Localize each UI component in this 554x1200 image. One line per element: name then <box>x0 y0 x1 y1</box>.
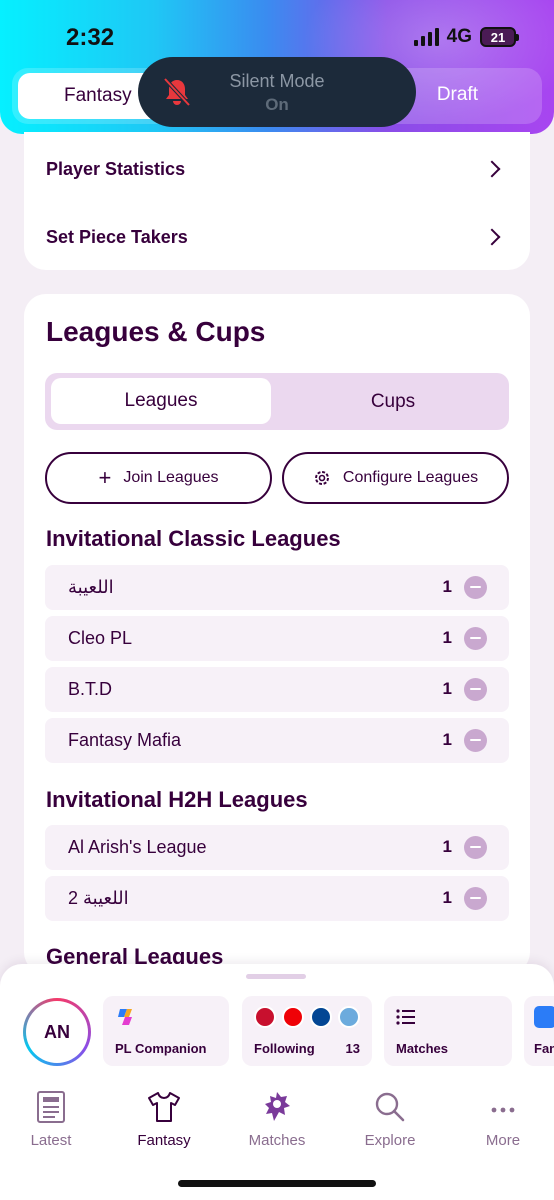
chevron-right-icon <box>483 228 501 246</box>
copilot-icon <box>118 1009 132 1025</box>
silent-mode-title: Silent Mode <box>229 71 325 91</box>
sheet-grabber[interactable] <box>246 974 306 979</box>
nav-explore[interactable]: Explore <box>335 1090 445 1149</box>
more-icon <box>491 1107 515 1113</box>
league-row[interactable]: B.T.D 1 <box>45 667 509 712</box>
nav-fantasy-label: Fantasy <box>137 1132 191 1149</box>
leagues-card: Leagues & Cups Leagues Cups + Join Leagu… <box>24 294 530 974</box>
league-rank: 1 <box>442 837 452 856</box>
league-name: Fantasy Mafia <box>68 730 182 750</box>
silent-mode-state: On <box>265 95 289 114</box>
following-label: Following <box>254 1041 315 1056</box>
status-indicators: 4G 21 <box>413 26 519 48</box>
league-row[interactable]: اللعيبة 1 <box>45 565 509 610</box>
league-row[interactable]: اللعيبة 2 1 <box>45 876 509 921</box>
nav-matches[interactable]: Matches <box>222 1090 332 1149</box>
pl-companion-tile[interactable]: PL Companion <box>103 996 229 1066</box>
remove-league-icon[interactable] <box>464 678 487 701</box>
chevron-right-icon <box>483 160 501 178</box>
nav-more[interactable]: More <box>448 1090 554 1149</box>
tab-fantasy-label: Fantasy <box>64 85 132 106</box>
avatar-initials: AN <box>26 1001 88 1063</box>
liverpool-crest-icon <box>254 1006 276 1028</box>
join-leagues-button[interactable]: + Join Leagues <box>45 452 272 504</box>
nav-explore-label: Explore <box>364 1132 416 1149</box>
player-statistics-link[interactable]: Player Statistics <box>46 149 504 189</box>
home-indicator[interactable] <box>178 1180 376 1187</box>
configure-leagues-button[interactable]: Configure Leagues <box>282 452 509 504</box>
remove-league-icon[interactable] <box>464 887 487 910</box>
league-rank: 1 <box>442 679 452 698</box>
shirt-icon <box>148 1092 180 1122</box>
join-leagues-label: Join Leagues <box>123 469 219 486</box>
league-name: اللعيبة <box>68 577 114 597</box>
remove-league-icon[interactable] <box>464 729 487 752</box>
pl-companion-label: PL Companion <box>115 1041 207 1056</box>
league-row[interactable]: Al Arish's League 1 <box>45 825 509 870</box>
silent-mode-banner: Silent Mode On <box>138 57 416 127</box>
lion-icon <box>265 1092 290 1121</box>
league-name: Cleo PL <box>68 628 133 648</box>
leagues-cups-toggle[interactable]: Leagues Cups <box>45 373 509 430</box>
configure-leagues-label: Configure Leagues <box>342 469 479 486</box>
following-tile[interactable]: Following 13 <box>242 996 372 1066</box>
battery-level: 21 <box>490 29 506 45</box>
newspaper-icon <box>37 1091 65 1123</box>
nav-matches-label: Matches <box>248 1132 306 1149</box>
avatar[interactable]: AN <box>23 998 91 1066</box>
tab-cups[interactable]: Cups <box>277 373 509 430</box>
arsenal-crest-icon <box>282 1006 304 1028</box>
league-rank: 1 <box>442 730 452 749</box>
leagues-title: Leagues & Cups <box>46 316 266 347</box>
tab-leagues[interactable]: Leagues <box>51 378 271 424</box>
nav-more-label: More <box>485 1132 521 1149</box>
league-rank: 1 <box>442 628 452 647</box>
section-title: Invitational H2H Leagues <box>46 787 308 812</box>
league-row[interactable]: Fantasy Mafia 1 <box>45 718 509 763</box>
matches-tile[interactable]: Matches <box>384 996 512 1066</box>
league-row[interactable]: Cleo PL 1 <box>45 616 509 661</box>
man-city-crest-icon <box>338 1006 360 1028</box>
gear-icon <box>314 471 329 485</box>
league-name: B.T.D <box>68 679 113 699</box>
set-piece-takers-link[interactable]: Set Piece Takers <box>46 217 504 257</box>
player-statistics-label: Player Statistics <box>46 158 186 179</box>
remove-league-icon[interactable] <box>464 576 487 599</box>
section-title: Invitational Classic Leagues <box>46 526 341 551</box>
battery-icon: 21 <box>480 27 519 47</box>
status-time: 2:32 <box>66 24 115 51</box>
list-icon <box>396 1009 415 1025</box>
plus-icon: + <box>98 465 112 490</box>
nav-latest-label: Latest <box>30 1132 72 1149</box>
league-name: اللعيبة 2 <box>68 888 129 908</box>
league-name: Al Arish's League <box>68 837 207 857</box>
nav-latest[interactable]: Latest <box>0 1090 106 1149</box>
chelsea-crest-icon <box>310 1006 332 1028</box>
set-piece-takers-label: Set Piece Takers <box>46 226 188 247</box>
companion-sheet: AN PL Companion Following 13 Matches Fan <box>0 964 554 1200</box>
following-count: 13 <box>345 1041 360 1056</box>
pl-logo-icon <box>534 1006 554 1028</box>
stats-menu-card: Player Statistics Set Piece Takers <box>24 132 530 270</box>
network-type: 4G <box>446 26 472 47</box>
bottom-nav: Latest Fantasy Matches Explore More <box>0 1090 554 1160</box>
signal-icon <box>413 28 439 46</box>
league-rank: 1 <box>442 888 452 907</box>
search-icon <box>375 1092 405 1122</box>
remove-league-icon[interactable] <box>464 836 487 859</box>
league-rank: 1 <box>442 577 452 596</box>
fan-tile[interactable]: Fan <box>524 996 554 1066</box>
tab-draft[interactable]: Draft <box>437 84 478 106</box>
remove-league-icon[interactable] <box>464 627 487 650</box>
nav-fantasy[interactable]: Fantasy <box>109 1090 219 1149</box>
matches-tile-label: Matches <box>396 1041 449 1056</box>
fan-tile-label: Fan <box>534 1041 554 1056</box>
